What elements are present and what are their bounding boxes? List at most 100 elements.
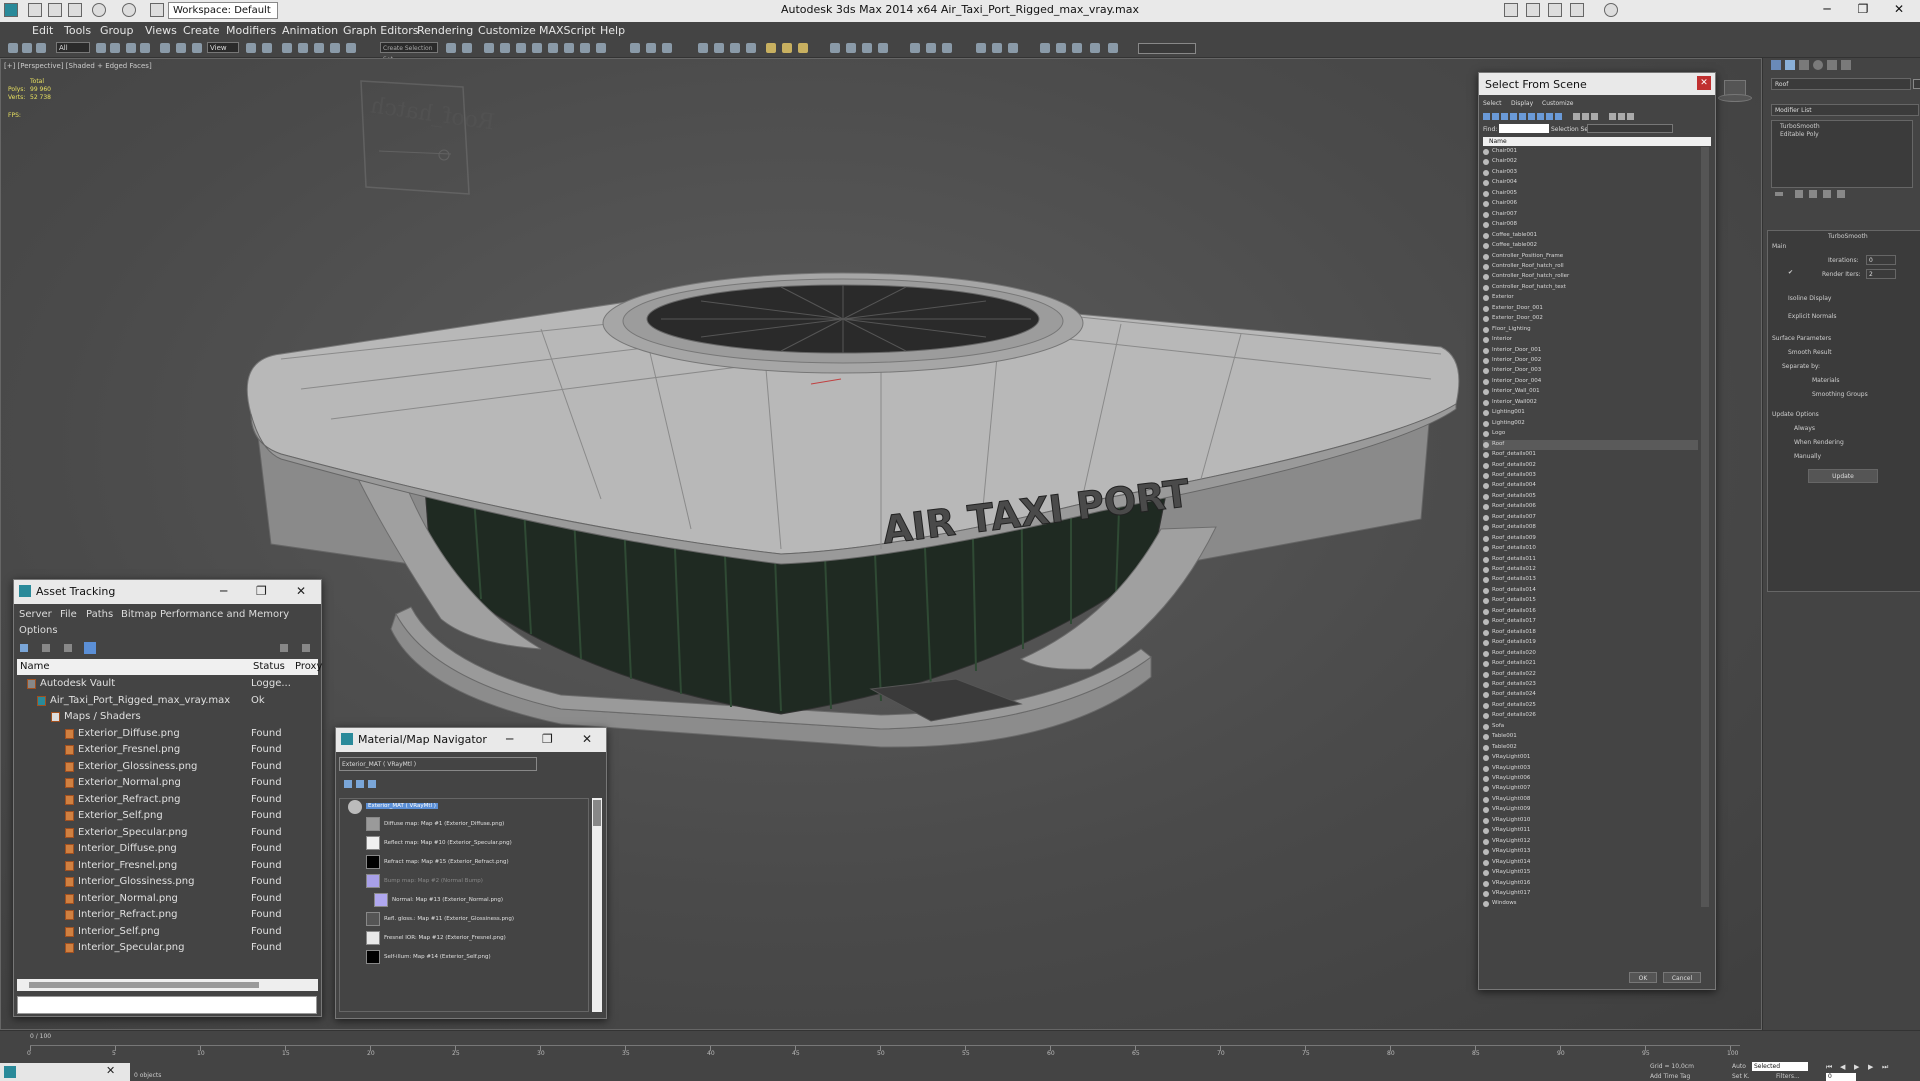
mirror-icon[interactable] [446, 43, 456, 53]
asset-row[interactable]: Interior_Self.png Found [17, 924, 316, 940]
filter-bones-icon[interactable] [1555, 113, 1562, 120]
filter-all-icon[interactable] [1573, 113, 1580, 120]
play-icon[interactable]: ▶ [1854, 1063, 1859, 1071]
asset-toolbar-table-icon[interactable] [84, 642, 96, 654]
asset-maximize-button[interactable]: ❐ [256, 584, 267, 598]
batch-render-icon[interactable] [1108, 43, 1118, 53]
scale-icon[interactable] [192, 43, 202, 53]
render-production-icon[interactable] [596, 43, 606, 53]
named-selection-set-field[interactable]: Create Selection Set [380, 42, 438, 63]
edit-named-selection-icon[interactable] [346, 43, 356, 53]
asset-row[interactable]: Exterior_Normal.png Found [17, 775, 316, 791]
layer-manager-icon[interactable] [484, 43, 494, 53]
rectangular-selection-icon[interactable] [126, 43, 136, 53]
asset-menu-options[interactable]: Options [19, 625, 58, 636]
hierarchy-tab-icon[interactable] [1799, 60, 1809, 70]
rollout-title[interactable]: TurboSmooth [1828, 233, 1868, 240]
freeze-selection-icon[interactable] [942, 43, 952, 53]
scene-object-row[interactable]: Chair005 [1483, 189, 1698, 199]
render-iters-spinner[interactable]: 2 [1866, 269, 1896, 279]
asset-row[interactable]: Exterior_Glossiness.png Found [17, 759, 316, 775]
infocenter-search-icon[interactable] [1504, 3, 1518, 17]
scene-object-row[interactable]: VRayLight012 [1483, 837, 1698, 847]
filter-xrefs-icon[interactable] [1546, 113, 1553, 120]
sfs-column-name[interactable]: Name [1489, 138, 1507, 145]
smoothing-groups-checkbox[interactable]: Smoothing Groups [1812, 391, 1868, 398]
filter-geometry-icon[interactable] [1483, 113, 1490, 120]
reference-coordinate-dropdown[interactable]: View [207, 42, 239, 53]
select-from-scene-titlebar[interactable]: Select From Scene ✕ [1479, 73, 1715, 95]
hide-selection-icon[interactable] [926, 43, 936, 53]
asset-scrollbar-thumb[interactable] [29, 982, 259, 988]
help-icon[interactable] [1604, 3, 1618, 17]
menu-group[interactable]: Group [100, 24, 134, 37]
close-button[interactable]: ✕ [1884, 2, 1914, 20]
matnav-titlebar[interactable]: Material/Map Navigator ─ ❐ ✕ [336, 728, 606, 752]
scene-object-row[interactable]: Interior [1483, 335, 1698, 345]
menu-help[interactable]: Help [600, 24, 625, 37]
rendered-frame-window-icon[interactable] [580, 43, 590, 53]
environment-icon[interactable] [1090, 43, 1100, 53]
scene-object-row[interactable]: Roof_details021 [1483, 659, 1698, 669]
scene-object-row[interactable]: VRayLight011 [1483, 826, 1698, 836]
scene-object-row[interactable]: Coffee_table002 [1483, 241, 1698, 251]
menu-create[interactable]: Create [183, 24, 220, 37]
vray-sphere-icon[interactable] [698, 43, 708, 53]
add-time-tag-button[interactable]: Add Time Tag [1650, 1073, 1690, 1080]
scene-object-row[interactable]: VRayLight009 [1483, 805, 1698, 815]
angle-snap-icon[interactable] [298, 43, 308, 53]
sfs-display-influences-icon[interactable] [1618, 113, 1625, 120]
clone-align-icon[interactable] [878, 43, 888, 53]
scene-object-row[interactable]: Roof_details008 [1483, 523, 1698, 533]
move-icon[interactable] [160, 43, 170, 53]
scene-object-row[interactable]: Windows [1483, 899, 1698, 907]
stack-item-editable-poly[interactable]: Editable Poly [1780, 131, 1819, 138]
graphite-toolbar-icon[interactable] [500, 43, 510, 53]
asset-toolbar-settings-icon[interactable] [302, 644, 310, 652]
scene-object-row[interactable]: Roof_details007 [1483, 513, 1698, 523]
iterations-spinner[interactable]: 0 [1866, 255, 1896, 265]
column-name[interactable]: Name [20, 661, 50, 672]
scene-object-row[interactable]: Roof_details026 [1483, 711, 1698, 721]
menu-maxscript[interactable]: MAXScript [539, 24, 595, 37]
favorites-star-icon[interactable] [1570, 3, 1584, 17]
scene-object-row[interactable]: Roof_details003 [1483, 471, 1698, 481]
asset-menu-server[interactable]: Server [19, 609, 52, 620]
asset-menu-file[interactable]: File [60, 609, 77, 620]
select-object-icon[interactable] [96, 43, 106, 53]
scene-object-row[interactable]: Roof_details013 [1483, 575, 1698, 585]
filter-shapes-icon[interactable] [1492, 113, 1499, 120]
scene-object-row[interactable]: Chair007 [1483, 210, 1698, 220]
scene-object-row[interactable]: Controller_Roof_hatch_text [1483, 283, 1698, 293]
sun-light-icon[interactable] [782, 43, 792, 53]
isolate-selection-icon[interactable] [910, 43, 920, 53]
matnav-vertical-scrollbar[interactable] [592, 798, 602, 1012]
show-end-result-icon[interactable] [1795, 190, 1803, 198]
render-preset-dropdown[interactable] [1138, 43, 1196, 54]
filter-none-icon[interactable] [1582, 113, 1589, 120]
menu-graph-editors[interactable]: Graph Editors [343, 24, 419, 37]
select-link-icon[interactable] [8, 43, 18, 53]
scene-object-row[interactable]: Roof_details017 [1483, 617, 1698, 627]
map-entry[interactable]: Normal: Map #13 (Exterior_Normal.png) [392, 897, 503, 913]
menu-customize[interactable]: Customize [478, 24, 536, 37]
manually-radio[interactable]: Manually [1794, 453, 1821, 460]
go-to-start-icon[interactable]: ⏮ [1826, 1063, 1832, 1072]
scene-object-row[interactable]: Controller_Position_Frame [1483, 252, 1698, 262]
curve-editor-icon[interactable] [516, 43, 526, 53]
menu-tools[interactable]: Tools [64, 24, 91, 37]
matnav-view-list-icon[interactable] [344, 780, 352, 788]
select-from-scene-close-button[interactable]: ✕ [1697, 76, 1711, 90]
viewport-config-icon[interactable] [976, 43, 986, 53]
asset-row[interactable]: Interior_Specular.png Found [17, 940, 316, 956]
scene-object-row[interactable]: Roof_details018 [1483, 628, 1698, 638]
scene-object-row[interactable]: Interior_Wall_001 [1483, 387, 1698, 397]
next-frame-icon[interactable]: ▶ [1868, 1063, 1873, 1071]
scene-object-row[interactable]: Interior_Door_002 [1483, 356, 1698, 366]
asset-path-field[interactable] [17, 996, 317, 1014]
filter-invert-icon[interactable] [1591, 113, 1598, 120]
render-iters-checkbox[interactable]: ✔ [1788, 269, 1793, 276]
scene-object-row[interactable]: VRayLight013 [1483, 847, 1698, 857]
filter-spacewarps-icon[interactable] [1528, 113, 1535, 120]
scene-object-row[interactable]: Roof_details010 [1483, 544, 1698, 554]
